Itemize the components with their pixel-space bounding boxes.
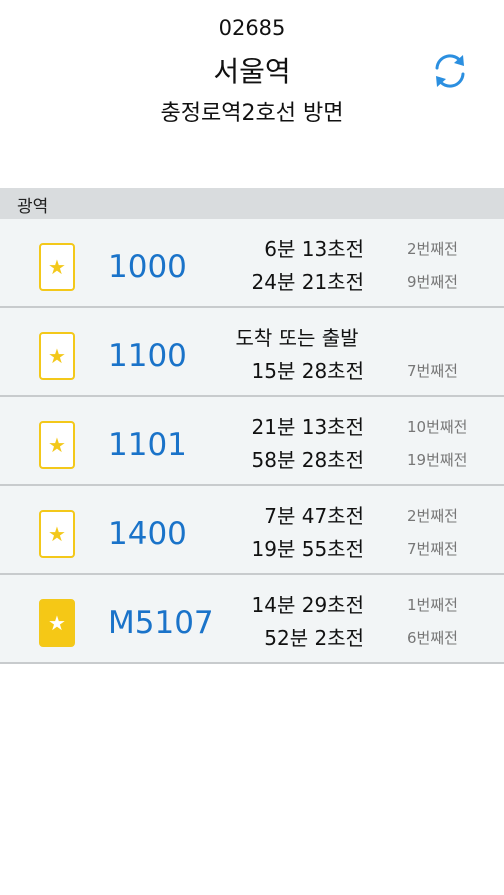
stop-id: 02685 bbox=[218, 16, 286, 40]
star-icon[interactable]: ★ bbox=[39, 421, 75, 469]
direction-label: 충정로역2호선 방면 bbox=[160, 101, 344, 126]
arrival-time-first: 14분 29초전 bbox=[251, 593, 364, 617]
arrival-time-second: 58분 28초전 bbox=[251, 448, 364, 472]
bus-row[interactable]: ★ 1400 7분 47초전 2번째전 19분 55초전 7번째전 bbox=[0, 486, 504, 575]
bus-list: ★ 1000 6분 13초전 2번째전 24분 21초전 9번째전 ★ 1100… bbox=[0, 219, 504, 664]
star-icon[interactable]: ★ bbox=[39, 243, 75, 291]
stops-away-first: 2번째전 bbox=[407, 507, 458, 525]
arrival-time-second: 52분 2초전 bbox=[264, 626, 364, 650]
stop-name: 서울역 bbox=[213, 55, 291, 88]
stops-away-second: 7번째전 bbox=[407, 540, 458, 558]
bus-row[interactable]: ★ 1000 6분 13초전 2번째전 24분 21초전 9번째전 bbox=[0, 219, 504, 308]
stops-away-second: 19번째전 bbox=[407, 451, 468, 469]
arrival-time-first: 도착 또는 출발 bbox=[235, 326, 359, 350]
header: 02685 서울역 충정로역2호선 방면 bbox=[0, 0, 504, 188]
arrival-time-first: 7분 47초전 bbox=[264, 504, 364, 528]
stops-away-first: 2번째전 bbox=[407, 240, 458, 258]
stops-away-second: 7번째전 bbox=[407, 362, 458, 380]
section-title: 광역 bbox=[17, 197, 49, 217]
star-icon[interactable]: ★ bbox=[39, 510, 75, 558]
stops-away-first: 10번째전 bbox=[407, 418, 468, 436]
stops-away-first: 1번째전 bbox=[407, 596, 458, 614]
star-icon[interactable]: ★ bbox=[39, 599, 75, 647]
bus-row[interactable]: ★ M5107 14분 29초전 1번째전 52분 2초전 6번째전 bbox=[0, 575, 504, 664]
stops-away-second: 6번째전 bbox=[407, 629, 458, 647]
bus-row[interactable]: ★ 1101 21분 13초전 10번째전 58분 28초전 19번째전 bbox=[0, 397, 504, 486]
section-header: 광역 bbox=[0, 188, 504, 219]
arrival-time-second: 24분 21초전 bbox=[251, 270, 364, 294]
arrival-time-second: 15분 28초전 bbox=[251, 359, 364, 383]
arrival-time-first: 6분 13초전 bbox=[264, 237, 364, 261]
stops-away-second: 9번째전 bbox=[407, 273, 458, 291]
arrival-time-first: 21분 13초전 bbox=[251, 415, 364, 439]
arrival-time-second: 19분 55초전 bbox=[251, 537, 364, 561]
bus-row[interactable]: ★ 1100 도착 또는 출발 15분 28초전 7번째전 bbox=[0, 308, 504, 397]
star-icon[interactable]: ★ bbox=[39, 332, 75, 380]
refresh-icon[interactable] bbox=[430, 51, 470, 91]
